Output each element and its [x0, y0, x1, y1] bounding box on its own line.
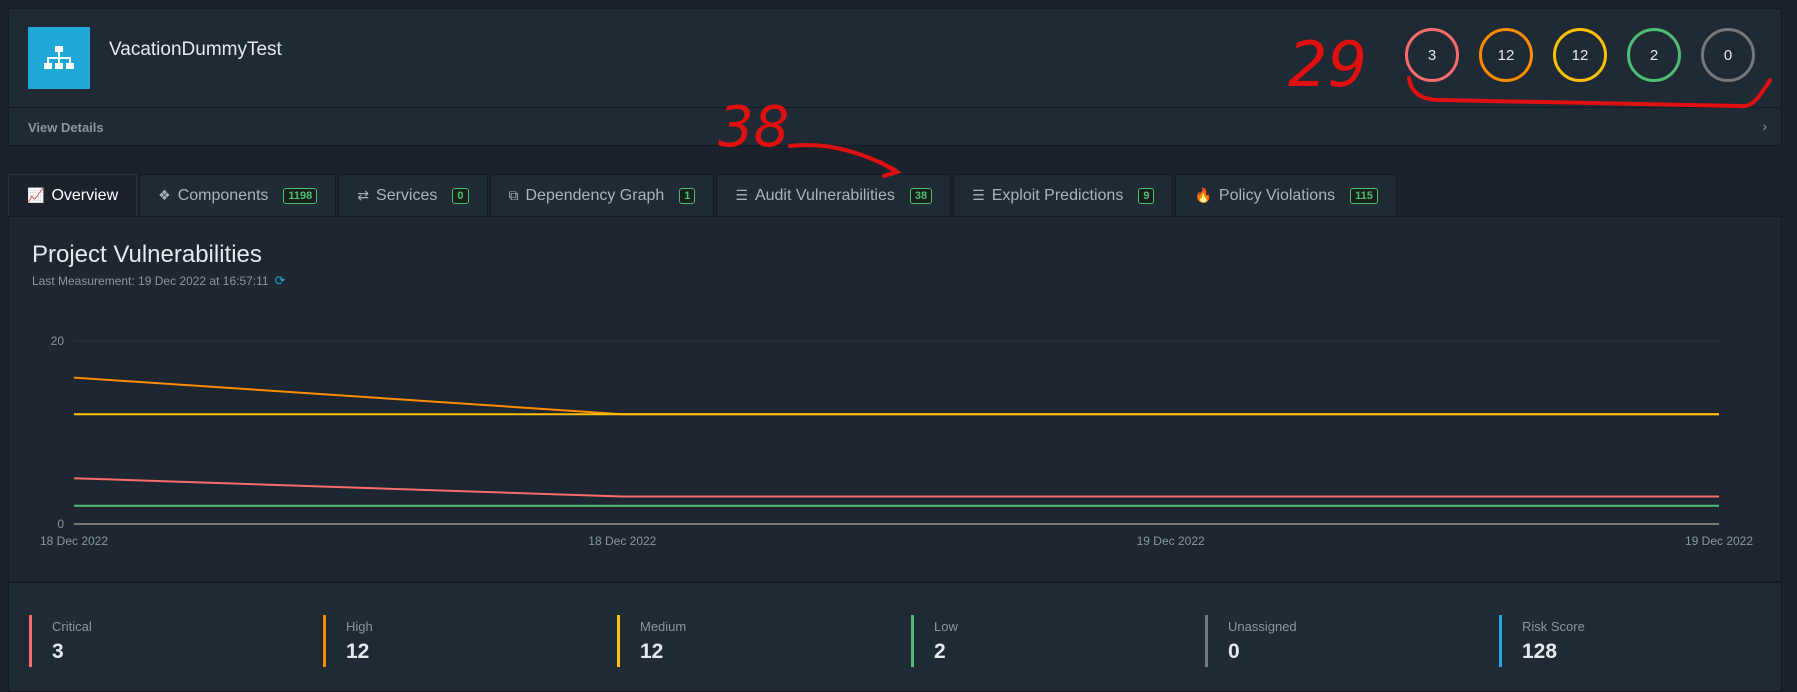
- total-value: 12: [640, 640, 664, 663]
- x-tick-label: 19 Dec 2022: [1137, 534, 1205, 548]
- tab-count-badge: 9: [1138, 187, 1155, 204]
- tab-label: Audit Vulnerabilities: [754, 186, 895, 204]
- series-line-critical: [73, 477, 1719, 498]
- tab-count-badge: 115: [1350, 187, 1378, 204]
- tasks-icon: ☰: [735, 187, 748, 203]
- view-details-bar[interactable]: View Details ›: [9, 108, 1781, 146]
- line-chart-icon: 📈: [27, 187, 45, 203]
- total-low: Low 2: [911, 615, 958, 667]
- tab-dependency-graph[interactable]: ⧉ Dependency Graph 1: [489, 174, 715, 216]
- series-line-high: [73, 376, 1719, 416]
- total-value: 3: [52, 640, 64, 663]
- x-tick-label: 18 Dec 2022: [588, 534, 656, 548]
- tab-label: Overview: [51, 186, 119, 204]
- cubes-icon: ❖: [158, 187, 171, 203]
- total-label: Risk Score: [1522, 619, 1585, 634]
- exchange-icon: ⇄: [357, 187, 370, 203]
- total-label: Unassigned: [1228, 619, 1297, 634]
- tasks-icon: ☰: [972, 187, 985, 203]
- total-value: 0: [1228, 640, 1240, 663]
- tab-count-badge: 1198: [283, 187, 318, 204]
- total-label: High: [346, 619, 373, 634]
- x-tick-label: 19 Dec 2022: [1685, 534, 1753, 548]
- sitemap-icon: [28, 27, 90, 89]
- tab-label: Components: [177, 186, 269, 204]
- total-value: 128: [1522, 640, 1558, 663]
- chevron-right-icon[interactable]: ›: [1762, 118, 1767, 134]
- tab-services[interactable]: ⇄ Services 0: [338, 174, 488, 216]
- vulnerabilities-panel: Project Vulnerabilities Last Measurement…: [8, 216, 1782, 582]
- project-header: VacationDummyTest 3 12 12 2 0: [9, 9, 1781, 108]
- tab-count-badge: 1: [679, 187, 696, 204]
- severity-totals: Critical 3 High 12 Medium 12 Low 2 Unassigned 0 Ri…: [8, 582, 1782, 692]
- y-tick-label: 20: [51, 334, 65, 348]
- tab-label: Dependency Graph: [525, 186, 665, 204]
- total-label: Medium: [640, 619, 687, 634]
- sitemap-icon: ⧉: [508, 187, 519, 203]
- total-value: 12: [346, 640, 370, 663]
- tab-overview[interactable]: 📈 Overview: [8, 174, 138, 216]
- tab-label: Policy Violations: [1218, 186, 1336, 204]
- severity-circles: 3 12 12 2 0: [1405, 28, 1755, 82]
- tab-policy-violations[interactable]: 🔥 Policy Violations 115: [1175, 174, 1397, 216]
- total-unassigned: Unassigned 0: [1205, 615, 1297, 667]
- severity-circle-medium: 12: [1553, 28, 1607, 82]
- annotation-arrow: [788, 143, 897, 172]
- total-risk-score: Risk Score 128: [1499, 615, 1585, 667]
- total-label: Critical: [52, 619, 92, 634]
- total-value: 2: [934, 640, 946, 663]
- total-critical: Critical 3: [29, 615, 92, 667]
- vulnerabilities-chart: 20 0 18 Dec 2022 18 Dec 2022 19 Dec 2022 19 D…: [40, 334, 1753, 548]
- tab-count-badge: 0: [452, 187, 469, 204]
- severity-circle-critical: 3: [1405, 28, 1459, 82]
- tab-count-badge: 38: [909, 187, 933, 204]
- severity-circle-high: 12: [1479, 28, 1533, 82]
- total-label: Low: [934, 619, 958, 634]
- project-card: VacationDummyTest 3 12 12 2 0 View Details ›: [8, 8, 1782, 146]
- project-name: VacationDummyTest: [109, 39, 282, 60]
- total-medium: Medium 12: [617, 615, 686, 667]
- tab-label: Services: [376, 186, 438, 204]
- view-details-link[interactable]: View Details: [28, 120, 104, 135]
- y-tick-label: 0: [57, 517, 64, 531]
- fire-icon: 🔥: [1194, 187, 1212, 203]
- total-high: High 12: [323, 615, 373, 667]
- severity-circle-low: 2: [1627, 28, 1681, 82]
- tab-label: Exploit Predictions: [991, 186, 1124, 204]
- tab-exploit-predictions[interactable]: ☰ Exploit Predictions 9: [953, 174, 1174, 216]
- tab-audit-vulnerabilities[interactable]: ☰ Audit Vulnerabilities 38: [716, 174, 952, 216]
- project-tabs: 📈 Overview ❖ Components 1198 ⇄ Services 0 ⧉ Depen…: [8, 174, 1399, 216]
- x-tick-label: 18 Dec 2022: [40, 534, 108, 548]
- severity-circle-unassigned: 0: [1701, 28, 1755, 82]
- tab-components[interactable]: ❖ Components 1198: [139, 174, 337, 216]
